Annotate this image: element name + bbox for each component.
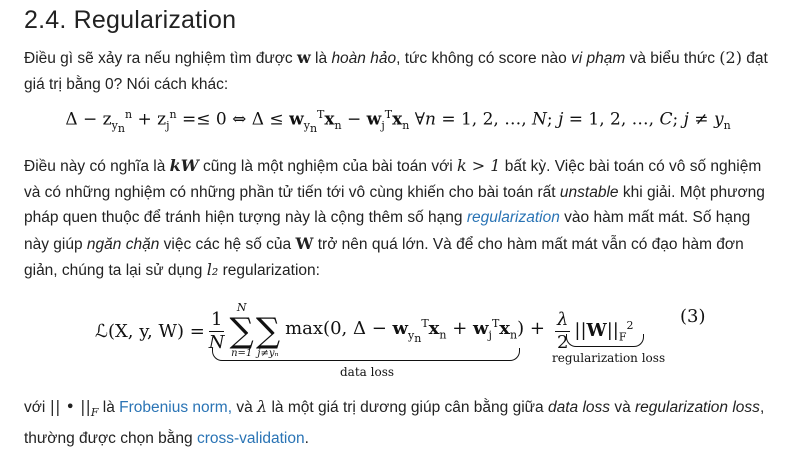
explanation-paragraph: Điều này có nghĩa là kW cũng là một nghi… xyxy=(24,153,776,284)
text: Điều gì sẽ xảy ra nếu nghiệm tìm được xyxy=(24,50,297,67)
equation-hinge-condition: Δ − zynn + zjn =≤ 0 ⇔ Δ ≤ wynTxn − wjTxn… xyxy=(65,108,731,136)
emphasis-data-loss: data loss xyxy=(547,399,611,416)
fraction-lambda-over-2: λ 2 xyxy=(554,308,571,354)
text: là xyxy=(98,399,120,416)
math-W: W xyxy=(295,233,314,253)
text: Điều này có nghĩa là xyxy=(24,158,170,175)
text: là xyxy=(310,50,332,67)
equation-loss-function: ℒ(X, y, W) = 1 N N ∑ n=1 ∑ j≠yₙ max(0, Δ… xyxy=(0,288,796,384)
text: , tức không có score nào xyxy=(396,50,572,67)
data-loss-label: data loss xyxy=(340,365,395,379)
frobenius-norm-link[interactable]: Frobenius norm, xyxy=(119,399,232,416)
underbrace-data-loss xyxy=(212,348,520,361)
reg-loss-label: regularization loss xyxy=(552,351,666,365)
text: cũng là một nghiệm của bài toán với xyxy=(198,158,457,175)
emphasis-prevent: ngăn chặn xyxy=(86,235,160,253)
cross-validation-link[interactable]: cross-validation xyxy=(197,430,305,447)
math-norm: || • || xyxy=(49,397,91,416)
text: và xyxy=(232,399,258,416)
emphasis-unstable: unstable xyxy=(559,183,619,201)
math-l2: l₂ xyxy=(206,260,219,279)
text: với xyxy=(24,399,50,416)
text: và xyxy=(610,399,635,416)
emphasis-reg-loss: regularization loss xyxy=(635,399,760,416)
intro-paragraph: Điều gì sẽ xảy ra nếu nghiệm tìm được w … xyxy=(24,45,776,97)
equation-number: (3) xyxy=(680,306,706,327)
fraction-numerator: λ xyxy=(554,308,571,332)
fraction-1-over-N: 1 N xyxy=(209,309,225,354)
text: là một giá trị dương giúp cân bằng giữa xyxy=(267,399,548,416)
data-loss-term: max(0, Δ − wynTxn + wjTxn) + xyxy=(285,317,545,345)
article-section: 2.4. Regularization Điều gì sẽ xảy ra nế… xyxy=(0,0,796,453)
math-lambda: λ xyxy=(257,397,268,416)
equation-ref: (2) xyxy=(719,48,742,67)
fraction-numerator: 1 xyxy=(208,308,225,332)
closing-paragraph: với || • ||F là Frobenius norm, và λ là … xyxy=(24,394,776,451)
emphasis-perfect: hoàn hảo xyxy=(331,50,397,67)
loss-lhs: ℒ(X, y, W) = xyxy=(95,320,205,342)
regularization-link[interactable]: regularization xyxy=(467,209,560,226)
math-w: w xyxy=(296,48,311,67)
underbrace-reg-loss xyxy=(566,334,644,347)
text: . xyxy=(304,429,309,447)
sigma-icon: ∑ xyxy=(229,311,254,351)
section-title: 2.4. Regularization xyxy=(24,6,237,34)
text: và biểu thức xyxy=(625,50,720,67)
math-k-gt-1: k > 1 xyxy=(457,156,501,175)
math-kW: kW xyxy=(169,156,199,175)
sigma-icon: ∑ xyxy=(255,311,281,351)
text: regularization: xyxy=(218,262,320,279)
emphasis-violate: vi phạm xyxy=(571,50,626,67)
text: việc các hệ số của xyxy=(159,235,296,253)
